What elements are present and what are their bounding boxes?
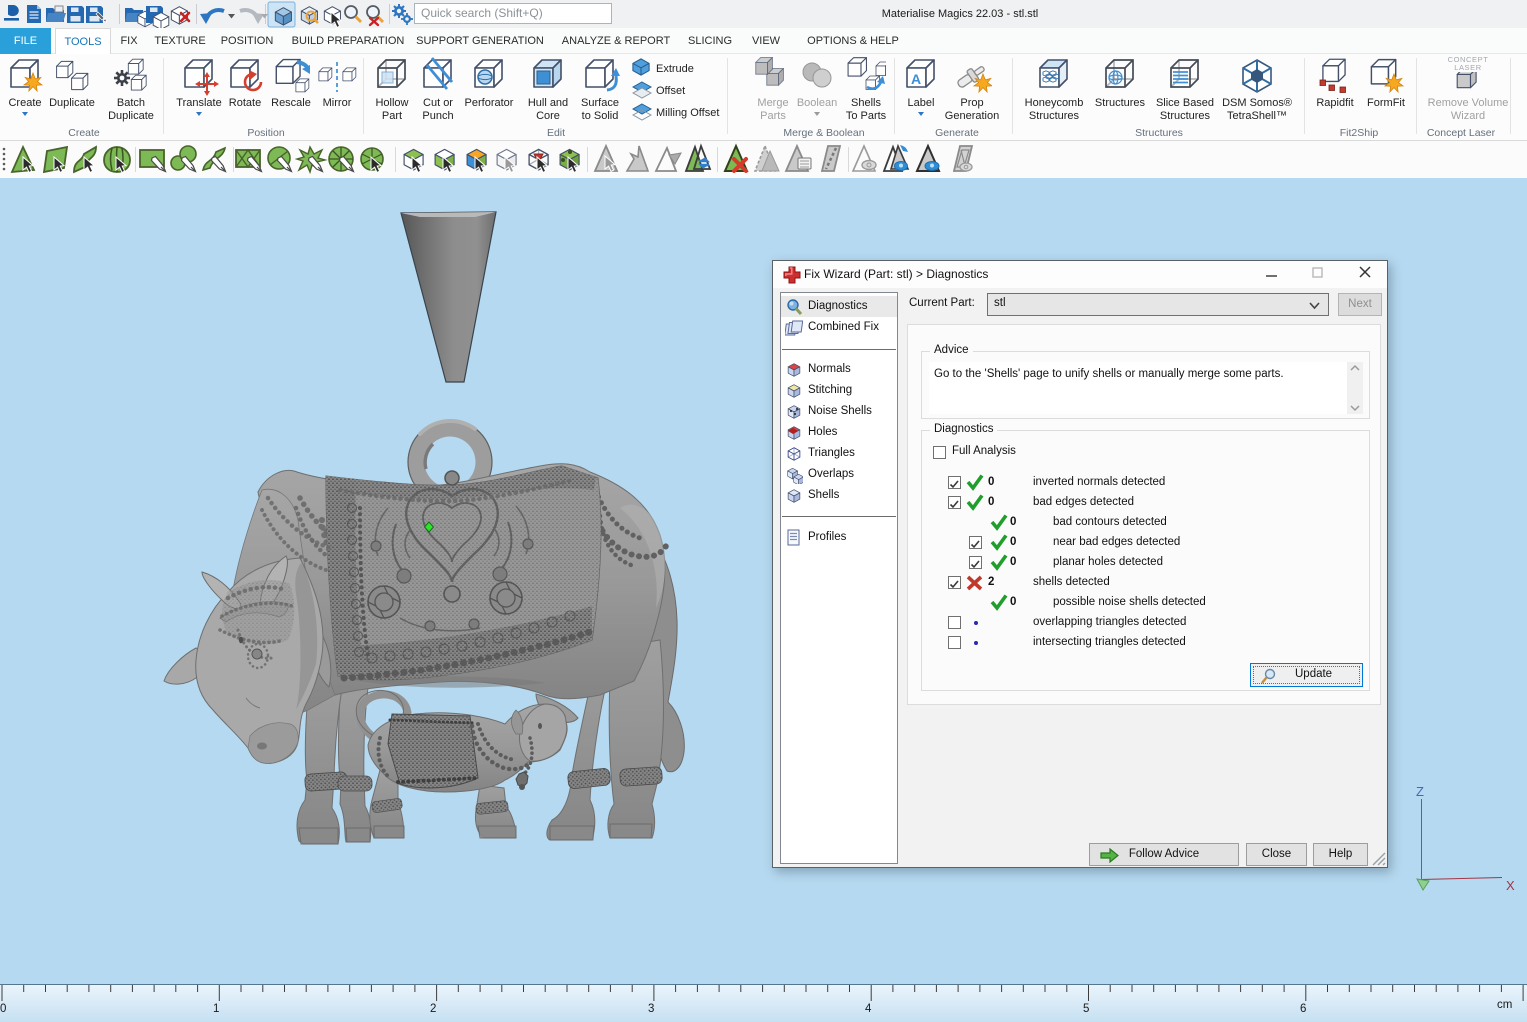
svg-text:4: 4 xyxy=(865,1003,872,1015)
svg-text:A: A xyxy=(911,71,921,87)
svg-text:6: 6 xyxy=(1300,1003,1306,1015)
svg-text:X: X xyxy=(1506,878,1515,893)
svg-text:cm: cm xyxy=(1497,999,1512,1011)
svg-text:Z: Z xyxy=(1416,784,1424,799)
svg-text:5: 5 xyxy=(1083,1003,1089,1015)
svg-text:1: 1 xyxy=(213,1003,219,1015)
svg-text:0: 0 xyxy=(0,1003,6,1015)
svg-text:2: 2 xyxy=(430,1003,436,1015)
svg-text:3: 3 xyxy=(648,1003,654,1015)
